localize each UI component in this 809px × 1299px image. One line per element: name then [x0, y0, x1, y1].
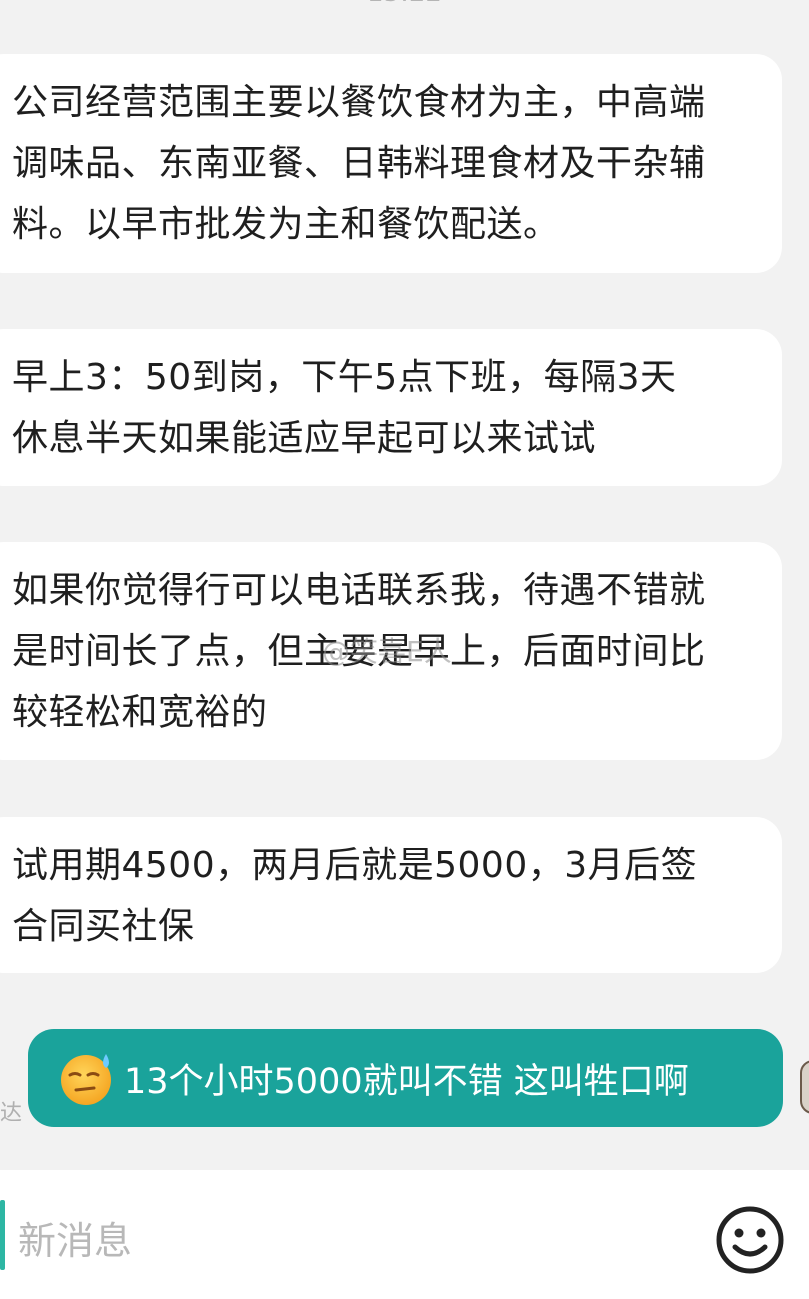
incoming-message-bubble[interactable]: 早上3：50到岗，下午5点下班，每隔3天 休息半天如果能适应早起可以来试试 [0, 329, 782, 486]
message-timestamp: 15:22 [0, 0, 809, 8]
outgoing-message-text: 13个小时5000就叫不错 这叫牲口啊 [124, 1061, 689, 1102]
message-line: 试用期4500，两月后就是5000，3月后签 [12, 845, 698, 886]
avatar[interactable] [800, 1060, 809, 1114]
outgoing-message-bubble[interactable]: 13个小时5000就叫不错 这叫牲口啊 [28, 1029, 783, 1127]
message-line: 较轻松和宽裕的 [12, 692, 268, 733]
message-line: 如果你觉得行可以电话联系我，待遇不错就 [12, 570, 706, 611]
message-input[interactable]: 新消息 [18, 1210, 132, 1265]
text-cursor [0, 1200, 5, 1270]
truncated-label: 达 [0, 1101, 23, 1126]
message-line: 调味品、东南亚餐、日韩料理食材及干杂辅 [12, 143, 706, 184]
message-line: 休息半天如果能适应早起可以来试试 [12, 418, 597, 459]
sweat-smile-face-icon [61, 1054, 111, 1105]
message-line: 料。以早市批发为主和餐饮配送。 [12, 204, 560, 245]
message-line: 早上3：50到岗，下午5点下班，每隔3天 [12, 357, 677, 398]
incoming-message-bubble[interactable]: 公司经营范围主要以餐饮食材为主，中高端 调味品、东南亚餐、日韩料理食材及干杂辅 … [0, 54, 782, 273]
incoming-message-bubble[interactable]: 试用期4500，两月后就是5000，3月后签 合同买社保 [0, 817, 782, 973]
smiley-icon[interactable] [714, 1204, 786, 1276]
message-line: 合同买社保 [12, 906, 195, 947]
message-line: 公司经营范围主要以餐饮食材为主，中高端 [12, 82, 706, 123]
input-bar: 新消息 [0, 1170, 809, 1299]
watermark: @笑喜E人 [322, 635, 452, 668]
